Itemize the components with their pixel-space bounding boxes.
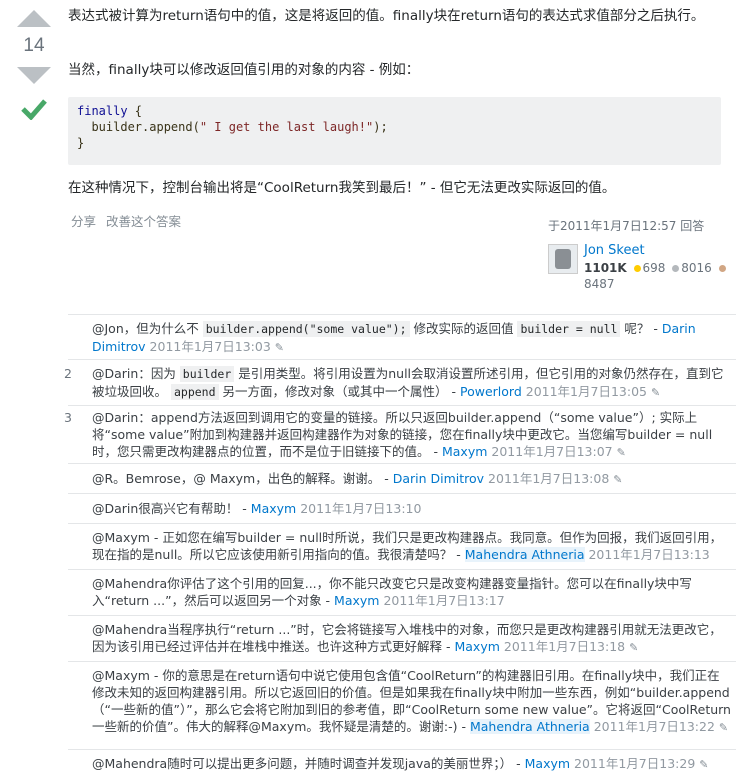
- edited-pencil-icon: ✎: [650, 386, 661, 399]
- silver-badge-icon: [672, 264, 680, 272]
- code-text: {: [127, 104, 143, 118]
- comment-text: @Darin很高兴它有帮助！ - Maxym 2011年1月7日13:10: [92, 500, 732, 517]
- edit-link[interactable]: 改善这个答案: [106, 214, 181, 229]
- comment-time: 2011年1月7日13:22: [593, 719, 715, 734]
- edited-pencil-icon: ✎: [629, 641, 639, 654]
- comment-text: @Jon，但为什么不 builder.append("some value");…: [92, 320, 732, 356]
- code-block: finally { builder.append(" I get the las…: [68, 97, 721, 165]
- reputation-score: 1101K: [584, 261, 627, 275]
- comment-text: @R。Bemrose，@ Maxym，出色的解释。谢谢。 - Darin Dim…: [92, 470, 732, 488]
- bronze-badge-count: 8487: [584, 277, 615, 291]
- comment: @Mahendra随时可以提出更多问题，并随时调查并发现java的美丽世界；） …: [68, 749, 736, 777]
- comment-time: 2011年1月7日13:05: [525, 384, 647, 399]
- comment-user-link[interactable]: Mahendra Athneria: [464, 547, 585, 562]
- comment-time: 2011年1月7日13:18: [503, 639, 626, 654]
- comment: @Jon，但为什么不 builder.append("some value");…: [68, 314, 736, 360]
- user-reputation: 1101K 698 8016 8487: [584, 260, 728, 292]
- comment-text-part: @Jon，但为什么不: [92, 321, 203, 336]
- comment-text: @Mahendra随时可以提出更多问题，并随时调查并发现java的美丽世界；） …: [92, 755, 732, 773]
- downvote-arrow-icon[interactable]: [17, 67, 51, 84]
- comment: @Darin很高兴它有帮助！ - Maxym 2011年1月7日13:10: [68, 493, 736, 524]
- comment-time: 2011年1月7日13:10: [300, 501, 422, 516]
- vote-count: 14: [23, 35, 45, 56]
- comment-text: @Darin：因为 builder 是引用类型。将引用设置为null会取消设置所…: [92, 365, 732, 401]
- edited-pencil-icon: ✎: [616, 446, 626, 459]
- upvote-arrow-icon[interactable]: [17, 10, 51, 27]
- bronze-badge-icon: [718, 264, 726, 272]
- answer-paragraph-3: 在这种情况下，控制台输出将是“CoolReturn我笑到最后！” - 但它无法更…: [68, 180, 616, 196]
- comment-time: 2011年1月7日13:03: [149, 339, 271, 354]
- comment-user-link[interactable]: Maxym: [251, 501, 296, 516]
- comment-text: @Mahendra你评估了这个引用的回复...，你不能只改变它只是改变构建器变量…: [92, 575, 732, 609]
- user-name-link[interactable]: Jon Skeet: [584, 242, 728, 260]
- accepted-check-icon: [14, 98, 54, 124]
- comment-text-part: @Darin很高兴它有帮助！ -: [92, 501, 247, 516]
- user-signature: 于2011年1月7日12:57 回答 Jon Skeet 1101K 698 8…: [548, 216, 736, 292]
- comment-user-link[interactable]: Darin Dimitrov: [393, 471, 484, 486]
- inline-code: append: [170, 384, 219, 400]
- inline-code: builder.append("some value");: [202, 321, 410, 337]
- vote-panel: 14: [14, 10, 54, 124]
- comment-text-part: @Mahendra随时可以提出更多问题，并随时调查并发现java的美丽世界；） …: [92, 756, 521, 771]
- edited-pencil-icon: ✎: [699, 758, 709, 771]
- comment: @Maxym - 正如您在编写builder = null时所说，我们只是更改构…: [68, 523, 736, 570]
- comment: 3 @Darin：append方法返回到调用它的变量的链接。所以只返回build…: [64, 405, 736, 464]
- comment-text-part: 另一方面，修改对象（或其中一个属性） -: [218, 384, 457, 399]
- inline-code: builder: [179, 366, 235, 382]
- edited-pencil-icon: ✎: [718, 721, 729, 734]
- answer-paragraph-2: 当然，finally块可以修改返回值引用的对象的内容 - 例如：: [68, 62, 420, 78]
- comment-time: 2011年1月7日13:17: [383, 593, 505, 608]
- comment-time: 2011年1月7日13:13: [588, 547, 710, 562]
- code-text: }: [77, 136, 85, 150]
- comment-user-link[interactable]: Powerlord: [460, 384, 522, 399]
- code-keyword: finally: [77, 104, 128, 118]
- comment: @R。Bemrose，@ Maxym，出色的解释。谢谢。 - Darin Dim…: [68, 463, 736, 494]
- comment-time: 2011年1月7日13:29: [574, 756, 696, 771]
- comment-text-part: @R。Bemrose，@ Maxym，出色的解释。谢谢。 -: [92, 471, 389, 486]
- comment-text-part: 呢？ -: [620, 321, 658, 336]
- comment-user-link[interactable]: Mahendra Athneria: [469, 719, 590, 734]
- gold-badge-icon: [633, 264, 641, 272]
- comment-text: @Maxym - 你的意思是在return语句中说它使用包含值“CoolRetu…: [92, 667, 732, 736]
- comment: @Mahendra当程序执行“return ...”时，它会将链接写入堆栈中的对…: [68, 615, 736, 662]
- code-text: );: [373, 120, 388, 134]
- edited-pencil-icon: ✎: [274, 341, 284, 354]
- comment-text-part: 修改实际的返回值: [409, 321, 518, 336]
- comment-text: @Maxym - 正如您在编写builder = null时所说，我们只是更改构…: [92, 529, 732, 563]
- comment-text: @Darin：append方法返回到调用它的变量的链接。所以只返回builder…: [92, 409, 732, 461]
- comment-user-link[interactable]: Maxym: [525, 756, 570, 771]
- code-text: builder.append(: [77, 120, 200, 134]
- comment: 2 @Darin：因为 builder 是引用类型。将引用设置为null会取消设…: [64, 359, 736, 406]
- answer-paragraph-1: 表达式被计算为return语句中的值，这是将返回的值。finally块在retu…: [68, 8, 705, 24]
- inline-code: builder = null: [517, 321, 621, 337]
- code-string: " I get the last laugh!": [199, 120, 374, 134]
- comment: @Mahendra你评估了这个引用的回复...，你不能只改变它只是改变构建器变量…: [68, 569, 736, 616]
- comment-text: @Mahendra当程序执行“return ...”时，它会将链接写入堆栈中的对…: [92, 621, 732, 656]
- share-link[interactable]: 分享: [71, 214, 96, 229]
- comment-time: 2011年1月7日13:07: [491, 444, 613, 459]
- comment-text-part: @Darin：因为: [92, 366, 180, 381]
- comment-time: 2011年1月7日13:08: [488, 471, 610, 486]
- answered-time: 于2011年1月7日12:57 回答: [548, 219, 705, 233]
- comment-text-part: @Mahendra当程序执行“return ...”时，它会将链接写入堆栈中的对…: [92, 622, 722, 654]
- comment-score: 3: [64, 410, 72, 425]
- gold-badge-count: 698: [642, 261, 666, 275]
- comment-user-link[interactable]: Maxym: [334, 593, 379, 608]
- avatar[interactable]: [548, 244, 578, 274]
- comment-user-link[interactable]: Maxym: [454, 639, 499, 654]
- edited-pencil-icon: ✎: [613, 473, 623, 486]
- comment: @Maxym - 你的意思是在return语句中说它使用包含值“CoolRetu…: [68, 661, 736, 750]
- comment-score: 2: [64, 366, 72, 381]
- silver-badge-count: 8016: [681, 261, 712, 275]
- post-actions: 分享 改善这个答案: [71, 212, 187, 232]
- comment-user-link[interactable]: Maxym: [442, 444, 487, 459]
